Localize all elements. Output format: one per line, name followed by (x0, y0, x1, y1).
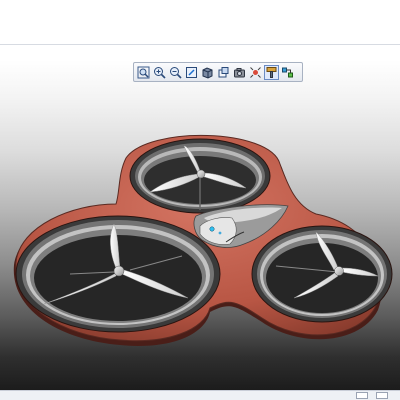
status-bar (0, 390, 400, 400)
drone-3d-model[interactable] (0, 60, 400, 390)
graphics-viewport[interactable] (0, 60, 400, 390)
top-blank-area (0, 0, 400, 44)
status-panel-button-right[interactable] (376, 392, 388, 399)
status-panel-button-left[interactable] (356, 392, 368, 399)
viewport-header-band (0, 45, 400, 60)
